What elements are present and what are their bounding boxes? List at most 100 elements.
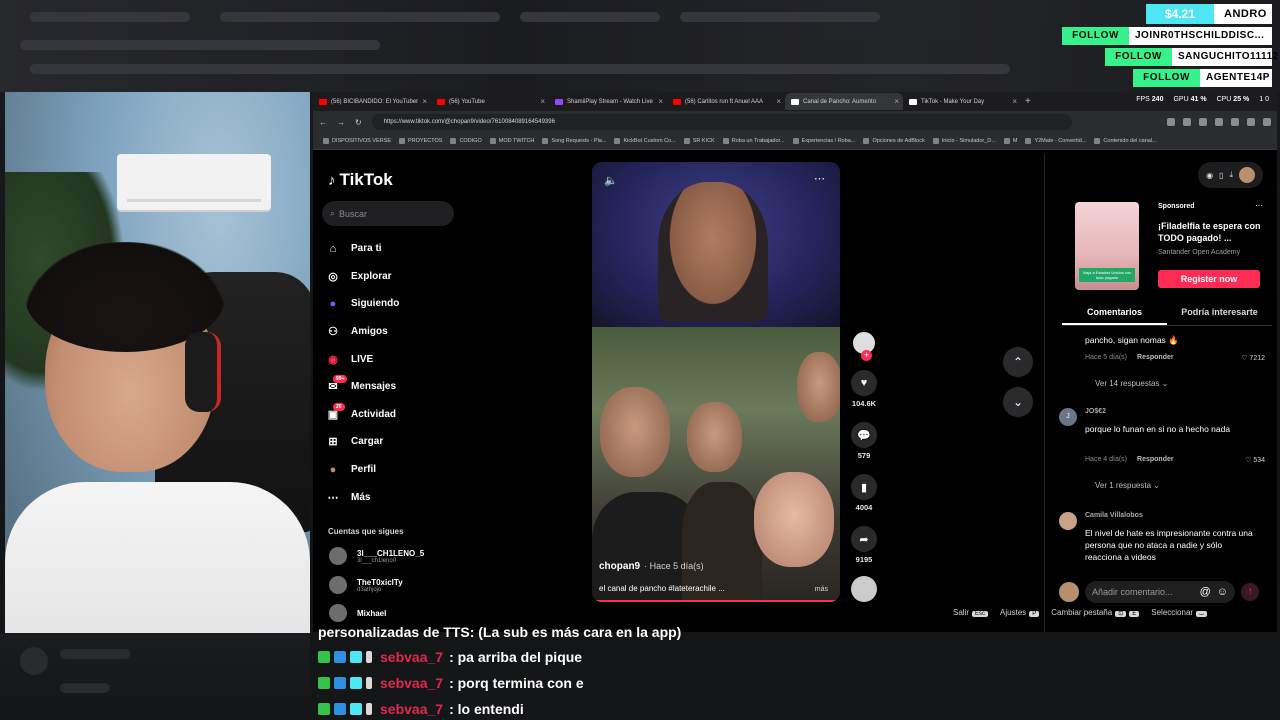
next-video-button[interactable]: ⌄: [1003, 387, 1033, 417]
video-player[interactable]: 🔈 ⋯ chopan9 · Hace 5 día(s) el canal de p…: [592, 162, 840, 602]
reply-button[interactable]: Responder: [1137, 354, 1174, 362]
bookmark-item[interactable]: CODIGO: [450, 138, 482, 144]
follow-alert: FOLLOW AGENTE14P: [1133, 69, 1272, 87]
bookmark-item[interactable]: PROYECTOS: [399, 138, 442, 144]
followed-account[interactable]: TheT0xiclTy d3athjojo: [329, 576, 403, 594]
reply-button[interactable]: Responder: [1137, 456, 1174, 464]
nav-para-ti[interactable]: ⌂ Para ti: [325, 235, 475, 263]
previous-video-button[interactable]: ⌃: [1003, 347, 1033, 377]
comment-input[interactable]: Añadir comentario... @ ☺: [1085, 581, 1235, 603]
share-button[interactable]: ➦: [851, 526, 877, 552]
close-icon[interactable]: ×: [776, 97, 781, 106]
bookmark-item[interactable]: MOD TWITCH: [489, 138, 534, 144]
comment-user[interactable]: Camila Villalobos: [1085, 512, 1143, 519]
nav-amigos[interactable]: ⚇ Amigos: [325, 318, 475, 346]
extension-icon[interactable]: [1183, 118, 1191, 126]
browser-tab[interactable]: TikTok - Make Your Day ×: [903, 93, 1021, 110]
nav-explorar[interactable]: ◎ Explorar: [325, 263, 475, 291]
extension-icon[interactable]: [1167, 118, 1175, 126]
bookmark-item[interactable]: Contenido del canal...: [1094, 138, 1157, 144]
nav-mas[interactable]: ⋯ Más: [325, 483, 475, 511]
shortcut-select[interactable]: Seleccionar ⌴: [1151, 608, 1207, 618]
profile-icon[interactable]: [1263, 118, 1271, 126]
browser-tab[interactable]: ShamiiPlay Stream - Watch Live ×: [549, 93, 667, 110]
search-input[interactable]: ⌕ Buscar: [322, 201, 454, 226]
tiktok-logo[interactable]: ♪ TikTok: [328, 170, 393, 190]
close-icon[interactable]: ×: [422, 97, 427, 106]
nav-perfil[interactable]: ● Perfil: [325, 456, 475, 484]
bookmark-item[interactable]: DISPOSITIVOS VERSE: [323, 138, 391, 144]
close-icon[interactable]: ×: [894, 97, 899, 106]
download-icon[interactable]: ⤓: [1229, 170, 1233, 180]
view-replies-link[interactable]: Ver 1 respuesta ⌄: [1095, 481, 1160, 490]
follow-plus-icon[interactable]: +: [861, 350, 872, 361]
nav-siguiendo[interactable]: ● Siguiendo: [325, 290, 475, 318]
comment-user[interactable]: JO$€2: [1085, 408, 1106, 415]
comment-like-count[interactable]: ♡ 7212: [1241, 354, 1265, 362]
browser-tab[interactable]: (56) YouTube ×: [431, 93, 549, 110]
save-button[interactable]: ▮: [851, 474, 877, 500]
nav-live[interactable]: ◉ LIVE: [325, 345, 475, 373]
volume-icon[interactable]: 🔈: [604, 174, 618, 187]
browser-tab-active[interactable]: Canal de Pancho: Aumento ×: [785, 93, 903, 110]
close-icon[interactable]: ×: [540, 97, 545, 106]
close-icon[interactable]: ×: [1012, 97, 1017, 106]
bookmark-item[interactable]: Roba un Trabajador...: [722, 138, 785, 144]
bookmark-item[interactable]: Opciones de AdBlock: [863, 138, 925, 144]
back-icon[interactable]: ←: [319, 118, 327, 127]
view-replies-link[interactable]: Ver 14 respuestas ⌄: [1095, 379, 1168, 388]
ad-thumbnail[interactable]: Viaja a Estados Unidos con todo pagado: [1075, 202, 1139, 290]
like-button[interactable]: ♥: [851, 370, 877, 396]
shortcut-switch-tab[interactable]: Cambiar pestaña ⊡ E: [1051, 608, 1140, 618]
chat-message: sebvaa_7 : lo entendi: [318, 701, 524, 717]
music-disc-icon[interactable]: [851, 576, 877, 602]
followed-account[interactable]: Mixhael: [329, 604, 386, 622]
bookmark-item[interactable]: Experiencias / Roba...: [792, 138, 855, 144]
coins-icon[interactable]: ◉: [1206, 171, 1213, 180]
close-icon[interactable]: ×: [658, 97, 663, 106]
nav-mensajes[interactable]: ✉ 99+ Mensajes: [325, 373, 475, 401]
tiktok-note-icon: ♪: [328, 171, 336, 189]
url-field[interactable]: https://www.tiktok.com/@chopan9/video/76…: [371, 114, 1072, 130]
comment-like-count[interactable]: ♡ 534: [1245, 456, 1265, 464]
reload-icon[interactable]: ↻: [355, 118, 362, 127]
shortcut-settings[interactable]: Ajustes P: [1000, 608, 1040, 618]
nav-cargar[interactable]: ⊞ Cargar: [325, 428, 475, 456]
overlay-shortcuts: Salir Esc Ajustes P Cambiar pestaña ⊡ E Sele…: [953, 608, 1207, 618]
video-progress-bar[interactable]: [592, 600, 840, 602]
forward-icon[interactable]: →: [337, 118, 345, 127]
bookmark-item[interactable]: Y2Mate - Convertid...: [1025, 138, 1086, 144]
bookmark-item[interactable]: KickBot Custom Co...: [614, 138, 676, 144]
nav-actividad[interactable]: ▣ 26 Actividad: [325, 401, 475, 429]
user-avatar[interactable]: [1239, 167, 1255, 183]
browser-tab[interactable]: (56) BICIBANDIDO: El YouTuber ×: [313, 93, 431, 110]
bookmark-item[interactable]: Song Requests - Pla...: [542, 138, 606, 144]
star-icon[interactable]: [1215, 118, 1223, 126]
extension-icon[interactable]: [1199, 118, 1207, 126]
tab-comments[interactable]: Comentarios: [1062, 302, 1167, 325]
video-options-icon[interactable]: ⋯: [814, 172, 826, 185]
bookmark-item[interactable]: M: [1003, 138, 1017, 144]
followed-account[interactable]: 3l___CH1LENO_5 3l___ch1leno0: [329, 547, 424, 565]
creator-avatar[interactable]: +: [851, 330, 877, 361]
send-button[interactable]: ↑: [1241, 583, 1259, 601]
mention-icon[interactable]: @: [1200, 586, 1211, 598]
bookmark-item[interactable]: SR KICK: [683, 138, 715, 144]
new-tab-button[interactable]: +: [1021, 96, 1035, 107]
emoji-icon[interactable]: ☺: [1217, 586, 1228, 598]
register-button[interactable]: Register now: [1158, 270, 1260, 288]
shortcut-exit[interactable]: Salir Esc: [953, 608, 989, 618]
extension-icon[interactable]: [1247, 118, 1255, 126]
extension-icon[interactable]: [1231, 118, 1239, 126]
ad-options-icon[interactable]: ⋯: [1255, 201, 1263, 210]
ad-title[interactable]: ¡Filadelfia te espera con TODO pagado! .…: [1158, 220, 1263, 244]
comment-button[interactable]: 💬: [851, 422, 877, 448]
video-author[interactable]: chopan9: [599, 561, 640, 572]
video-more-link[interactable]: más: [815, 586, 828, 593]
tab-suggested[interactable]: Podría interesarte: [1167, 302, 1272, 325]
device-icon[interactable]: ▯: [1219, 171, 1223, 180]
browser-tab[interactable]: (56) Carlitos run ft Anuel AAA ×: [667, 93, 785, 110]
avatar[interactable]: [1059, 512, 1077, 530]
bookmark-item[interactable]: Inicio - Simulador_D...: [932, 138, 996, 144]
avatar[interactable]: J: [1059, 408, 1077, 426]
